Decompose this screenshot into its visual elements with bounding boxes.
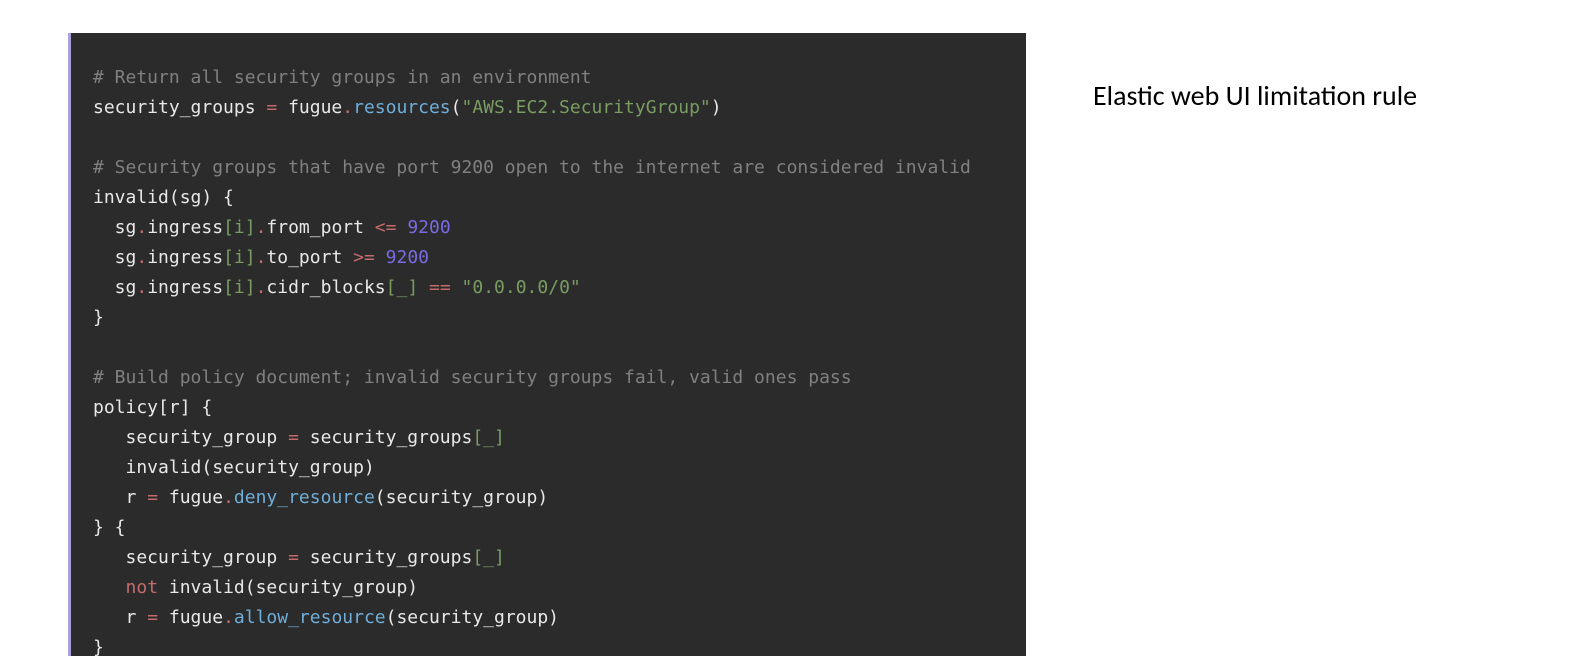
code-token: ingress — [147, 247, 223, 268]
code-token: [_] — [472, 547, 505, 568]
code-token: invalid(sg) { — [93, 187, 234, 208]
code-token: r — [93, 487, 147, 508]
code-token: sg — [93, 247, 136, 268]
code-token: "0.0.0.0/0" — [462, 277, 581, 298]
code-token: invalid(security_group) — [158, 577, 418, 598]
code-comment: # Return all security groups in an envir… — [93, 67, 592, 88]
code-token: sg — [93, 277, 136, 298]
code-token: (security_group) — [386, 607, 559, 628]
code-token: } { — [93, 517, 126, 538]
code-token: sg — [93, 217, 136, 238]
code-token: . — [256, 217, 267, 238]
code-token: invalid(security_group) — [93, 457, 375, 478]
code-token: . — [136, 247, 147, 268]
code-token: . — [223, 487, 234, 508]
code-content: # Return all security groups in an envir… — [71, 33, 1026, 671]
code-token: fugue — [158, 487, 223, 508]
code-token: ( — [451, 97, 462, 118]
code-comment: # Security groups that have port 9200 op… — [93, 157, 971, 178]
code-token: = — [288, 547, 299, 568]
code-token: = — [147, 487, 158, 508]
code-token: } — [93, 307, 104, 328]
code-token: = — [266, 97, 277, 118]
code-token: security_group — [93, 427, 288, 448]
code-token: [i] — [223, 217, 256, 238]
code-token: [_] — [386, 277, 419, 298]
code-token — [418, 277, 429, 298]
code-token: ingress — [147, 277, 223, 298]
code-token: . — [256, 277, 267, 298]
code-token: . — [136, 277, 147, 298]
code-token: >= — [353, 247, 375, 268]
code-token: [_] — [472, 427, 505, 448]
code-token: deny_resource — [234, 487, 375, 508]
code-token: . — [223, 607, 234, 628]
code-token: security_groups — [299, 547, 472, 568]
code-token: cidr_blocks — [266, 277, 385, 298]
code-token: not — [126, 577, 159, 598]
code-token: } — [93, 637, 104, 658]
code-token: 9200 — [375, 247, 429, 268]
code-token: ingress — [147, 217, 223, 238]
code-block: # Return all security groups in an envir… — [68, 33, 1026, 656]
code-token: "AWS.EC2.SecurityGroup" — [462, 97, 711, 118]
code-token: r — [93, 607, 147, 628]
code-token: from_port — [266, 217, 374, 238]
caption-text: Elastic web UI limitation rule — [1093, 78, 1417, 113]
code-token: [i] — [223, 277, 256, 298]
code-token: policy[r] { — [93, 397, 212, 418]
code-token — [93, 577, 126, 598]
code-token — [451, 277, 462, 298]
code-token: fugue — [277, 97, 342, 118]
code-token: ) — [711, 97, 722, 118]
code-token: = — [147, 607, 158, 628]
code-token: fugue — [158, 607, 223, 628]
code-token: == — [429, 277, 451, 298]
code-token: [i] — [223, 247, 256, 268]
code-token: . — [256, 247, 267, 268]
code-token: <= — [375, 217, 397, 238]
code-token: = — [288, 427, 299, 448]
code-token: resources — [353, 97, 451, 118]
code-token: . — [136, 217, 147, 238]
code-comment: # Build policy document; invalid securit… — [93, 367, 852, 388]
slide: # Return all security groups in an envir… — [0, 0, 1593, 671]
code-token: . — [342, 97, 353, 118]
code-token: security_groups — [299, 427, 472, 448]
code-token: security_group — [93, 547, 288, 568]
code-token: security_groups — [93, 97, 266, 118]
code-token: (security_group) — [375, 487, 548, 508]
code-token: 9200 — [396, 217, 450, 238]
code-token: allow_resource — [234, 607, 386, 628]
code-token: to_port — [266, 247, 353, 268]
